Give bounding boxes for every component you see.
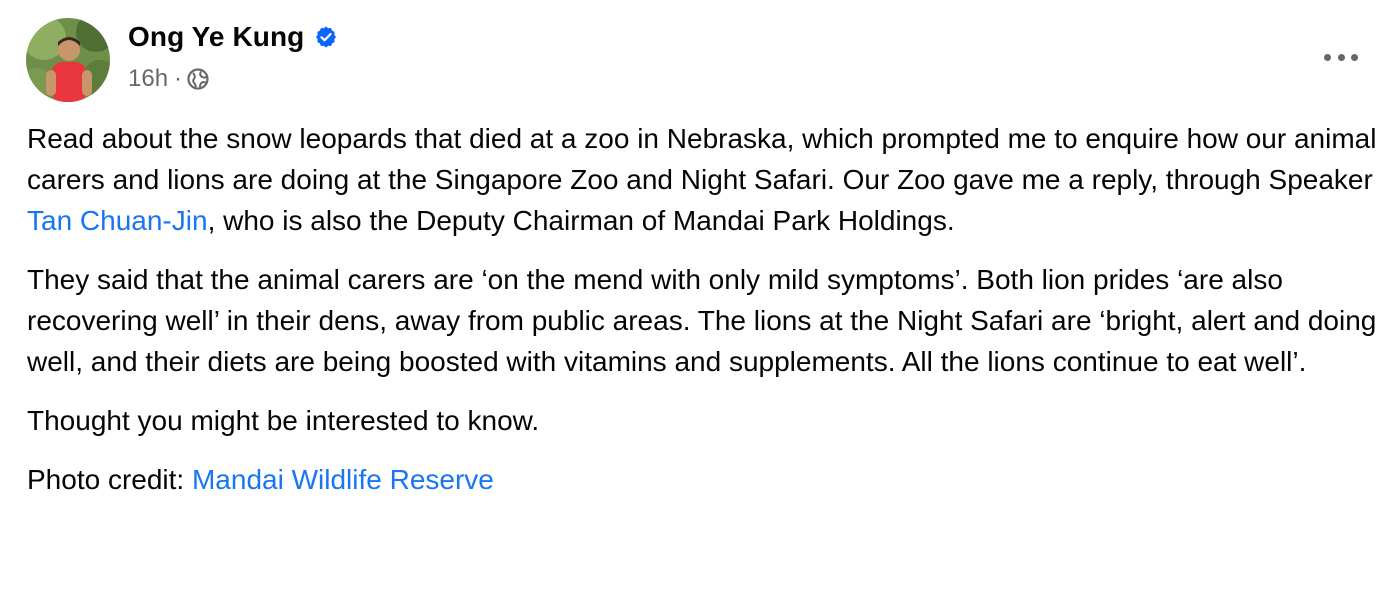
- paragraph-1-text-a: Read about the snow leopards that died a…: [27, 123, 1377, 195]
- post-header: Ong Ye Kung 16h ·: [26, 18, 338, 102]
- post-time-row: 16h ·: [128, 65, 338, 93]
- post-meta: Ong Ye Kung 16h ·: [128, 21, 338, 93]
- facebook-post: Ong Ye Kung 16h · Read about the snow le…: [0, 0, 1396, 596]
- more-options-icon[interactable]: [1324, 42, 1358, 72]
- more-dot: [1351, 53, 1358, 61]
- post-paragraph-4: Photo credit: Mandai Wildlife Reserve: [27, 459, 1377, 500]
- post-paragraph-3: Thought you might be interested to know.: [27, 405, 540, 436]
- author-name[interactable]: Ong Ye Kung: [128, 21, 304, 53]
- post-timestamp[interactable]: 16h: [128, 65, 168, 93]
- photo-credit-label: Photo credit:: [27, 464, 192, 495]
- author-avatar[interactable]: [26, 18, 110, 102]
- author-row: Ong Ye Kung: [128, 21, 338, 53]
- paragraph-1-text-b: , who is also the Deputy Chairman of Man…: [207, 205, 955, 236]
- globe-icon: [187, 68, 209, 90]
- separator-dot: ·: [174, 65, 183, 92]
- more-dot: [1337, 53, 1345, 61]
- more-dot: [1324, 53, 1331, 61]
- post-body: Read about the snow leopards that died a…: [27, 118, 1377, 518]
- tan-chuan-jin-link[interactable]: Tan Chuan-Jin: [27, 205, 208, 236]
- post-paragraph-1: Read about the snow leopards that died a…: [27, 118, 1377, 241]
- mandai-wildlife-reserve-link[interactable]: Mandai Wildlife Reserve: [192, 464, 494, 495]
- verified-badge-icon: [314, 25, 338, 49]
- post-paragraph-2: They said that the animal carers are ‘on…: [27, 264, 1377, 377]
